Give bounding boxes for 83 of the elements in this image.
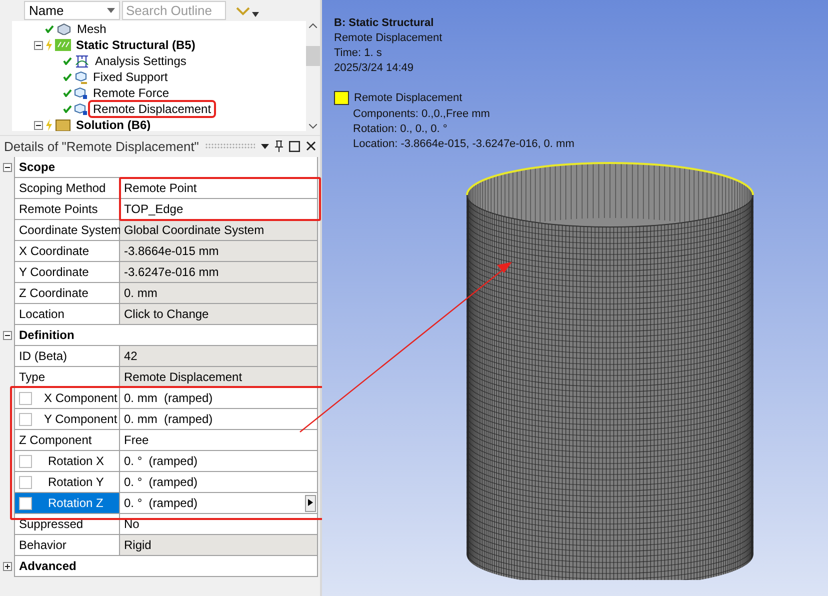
date-label: 2025/3/24 14:49 [334, 62, 415, 74]
property-value: 0. mm (ramped) [124, 412, 213, 426]
tree-item[interactable]: Remote Force [90, 86, 172, 100]
cube-icon [74, 70, 88, 84]
legend-detail: Location: -3.8664e-015, -3.6247e-016, 0. mm [353, 138, 576, 150]
property-value: -3.6247e-016 mm [124, 265, 219, 279]
property-value: -3.8664e-015 mm [124, 244, 219, 258]
scroll-down-icon[interactable] [309, 124, 317, 129]
collapse-toggle[interactable] [34, 40, 43, 50]
property-label: Scoping Method [19, 181, 106, 195]
scroll-thumb[interactable] [306, 46, 320, 66]
property-value: 0. ° (ramped) [124, 496, 198, 510]
pin-icon[interactable] [275, 140, 283, 152]
cube-icon [74, 102, 88, 116]
viewport-subtitle: Remote Displacement [334, 32, 444, 44]
property-label: Rotation X [47, 454, 104, 468]
viewport-title: B: Static Structural [334, 17, 435, 29]
caret-icon [107, 8, 115, 13]
property-label: X Component [43, 391, 118, 405]
property-label: Suppressed [19, 517, 84, 531]
legend-label: Remote Displacement [354, 92, 462, 104]
lightning-icon [45, 119, 53, 131]
time-label: Time: 1. s [334, 47, 383, 59]
property-value: 0. ° (ramped) [124, 454, 198, 468]
property-value: 0. ° (ramped) [124, 475, 198, 489]
close-icon[interactable] [306, 141, 316, 151]
collapse-toggle[interactable] [34, 120, 43, 130]
property-label: ID (Beta) [19, 349, 68, 363]
tree-item[interactable]: Remote Displacement [90, 102, 214, 116]
checkbox[interactable] [19, 476, 32, 488]
section-toggle[interactable] [2, 331, 12, 340]
property-value: TOP_Edge [124, 202, 184, 216]
property-value: Free [124, 433, 149, 447]
tree-item[interactable]: Static Structural (B5) [73, 38, 198, 52]
tree-item[interactable]: Analysis Settings [92, 54, 190, 68]
mesh-icon [56, 23, 72, 35]
section-toggle[interactable] [2, 562, 12, 571]
property-value: No [124, 517, 140, 531]
expand-arrow-button[interactable] [305, 494, 316, 512]
section-header: Advanced [14, 556, 318, 577]
scroll-up-icon[interactable] [309, 23, 317, 28]
property-label: Coordinate System [19, 223, 122, 237]
property-label: Location [19, 307, 64, 321]
property-label: Type [19, 370, 46, 384]
property-label: Rotation Z [47, 496, 104, 510]
legend-detail: Components: 0.,0.,Free mm [353, 108, 491, 120]
property-value: Rigid [124, 538, 152, 552]
property-value: 42 [124, 349, 138, 363]
property-label: Z Component [19, 433, 92, 447]
maximize-icon[interactable] [289, 140, 300, 152]
search-field[interactable]: Search Outline [122, 1, 226, 20]
section-toggle[interactable] [2, 163, 12, 172]
property-label: Behavior [19, 538, 66, 552]
property-label: X Coordinate [19, 244, 90, 258]
play-icon [308, 498, 313, 506]
legend-detail: Rotation: 0., 0., 0. ° [353, 123, 448, 135]
check-icon [45, 25, 54, 33]
cube-icon [74, 86, 88, 100]
property-value: Global Coordinate System [124, 223, 264, 237]
property-value: Remote Displacement [124, 370, 242, 384]
panel-title: Details of "Remote Displacement" [4, 138, 199, 154]
property-value: Remote Point [124, 181, 197, 195]
tree-item[interactable]: Mesh [74, 22, 110, 36]
tree-item[interactable]: Fixed Support [90, 70, 171, 84]
property-label: Z Coordinate [19, 286, 88, 300]
checkbox[interactable] [19, 496, 32, 510]
name-dropdown[interactable]: Name [24, 1, 120, 20]
lightning-icon [45, 39, 53, 51]
property-value: 0. mm (ramped) [124, 391, 213, 405]
property-label: Y Component [43, 412, 118, 426]
section-header: Definition [14, 325, 318, 346]
property-value: 0. mm [124, 286, 158, 300]
caret-icon[interactable] [252, 12, 259, 17]
checkbox[interactable] [19, 392, 32, 404]
checkbox[interactable] [19, 454, 32, 468]
property-value: Click to Change [124, 307, 209, 321]
property-label: Rotation Y [47, 475, 104, 489]
folder-icon [55, 119, 71, 131]
checkbox[interactable] [19, 412, 32, 426]
section-header: Scope [14, 157, 318, 178]
caret-icon[interactable] [261, 144, 269, 148]
property-label: Remote Points [19, 202, 98, 216]
property-label: Y Coordinate [19, 265, 89, 279]
